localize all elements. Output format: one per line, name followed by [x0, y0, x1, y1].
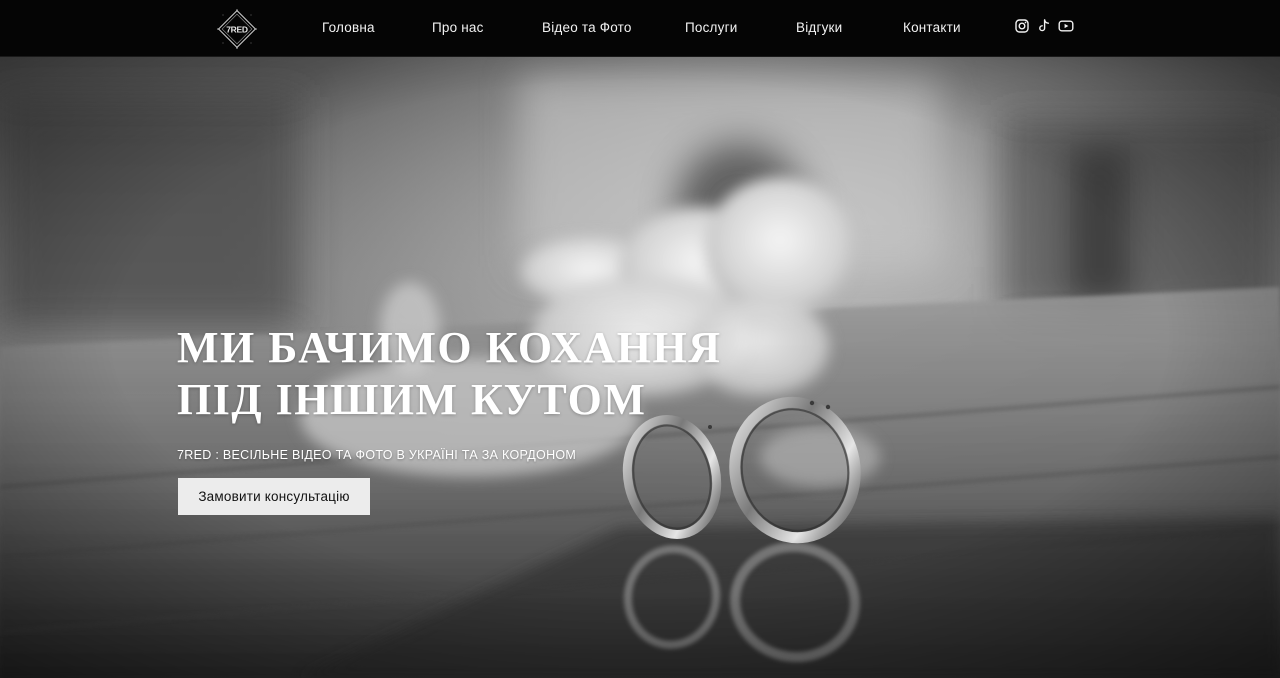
logo-text: 7RED: [226, 25, 248, 35]
instagram-icon[interactable]: [1014, 18, 1030, 34]
hero-section: МИ БАЧИМО КОХАННЯ ПІД ІНШИМ КУТОМ 7RED :…: [0, 57, 1280, 678]
nav-item-about[interactable]: Про нас: [432, 19, 484, 37]
nav-item-reviews[interactable]: Відгуки: [796, 19, 842, 37]
nav-item-contacts[interactable]: Контакти: [903, 19, 961, 37]
youtube-icon[interactable]: [1058, 18, 1074, 34]
tiktok-icon[interactable]: [1036, 18, 1052, 34]
nav-item-video-photo[interactable]: Відео та Фото: [542, 19, 632, 37]
hero-title: МИ БАЧИМО КОХАННЯ ПІД ІНШИМ КУТОМ: [177, 322, 817, 426]
hero-subtitle: 7RED : ВЕСІЛЬНЕ ВІДЕО ТА ФОТО В УКРАЇНІ …: [177, 448, 577, 462]
site-header: 7RED Головна Про нас Відео та Фото Послу…: [0, 0, 1280, 57]
hero-title-line-2: ПІД ІНШИМ КУТОМ: [177, 375, 647, 424]
nav-item-services[interactable]: Послуги: [685, 19, 737, 37]
logo[interactable]: 7RED: [215, 7, 259, 51]
nav-item-home[interactable]: Головна: [322, 19, 375, 37]
hero-title-line-1: МИ БАЧИМО КОХАННЯ: [177, 323, 722, 372]
logo-mark: 7RED: [217, 9, 257, 49]
order-consultation-button[interactable]: Замовити консультацію: [178, 478, 370, 515]
